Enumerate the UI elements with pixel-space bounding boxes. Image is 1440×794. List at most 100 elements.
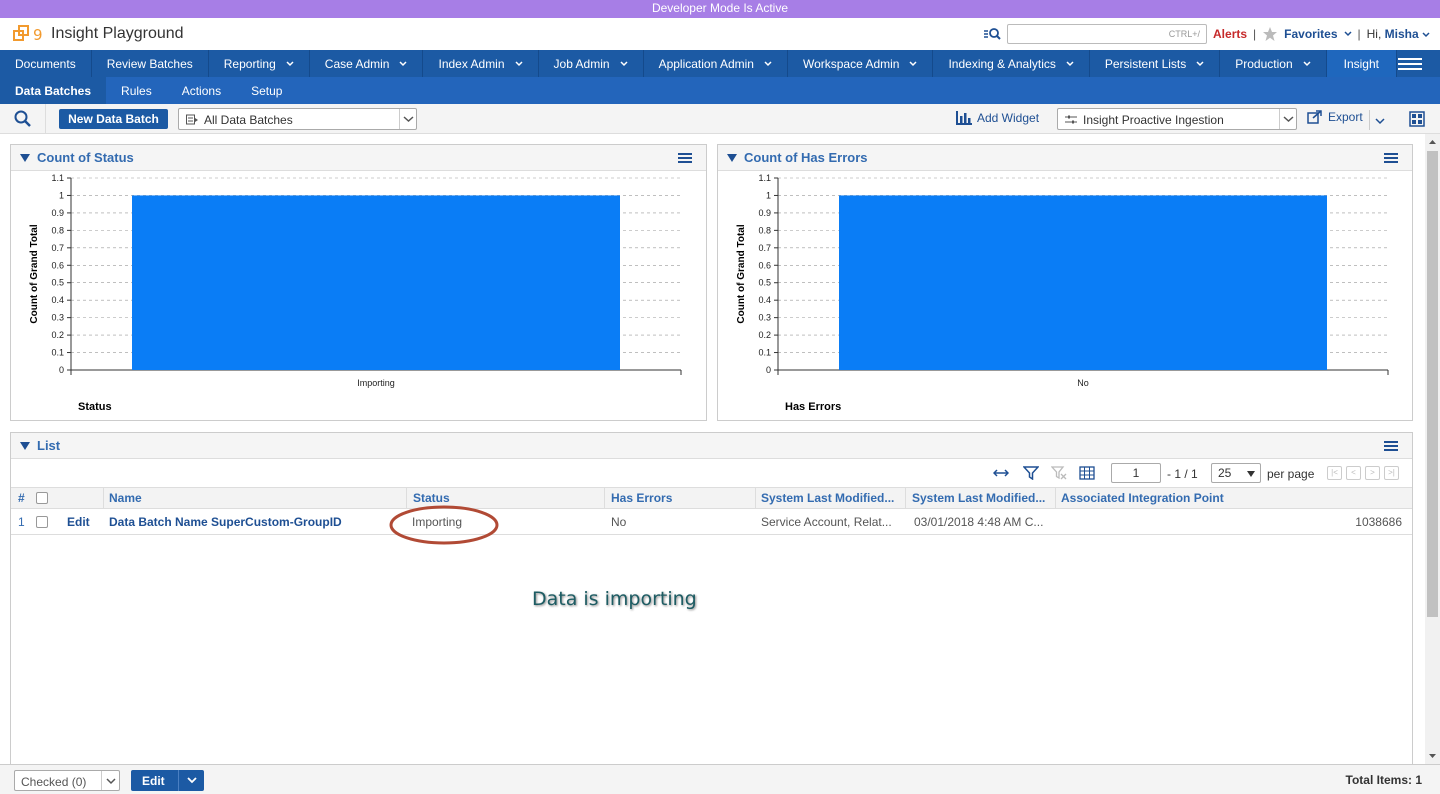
- batch-name-link[interactable]: Data Batch Name SuperCustom-GroupID: [109, 515, 342, 529]
- tab-application-admin[interactable]: Application Admin: [644, 50, 788, 77]
- column-header-number: #: [18, 491, 25, 505]
- tab-documents[interactable]: Documents: [0, 50, 92, 77]
- select-all-checkbox[interactable]: [36, 492, 48, 504]
- user-menu[interactable]: Hi, Misha: [1367, 27, 1430, 41]
- divider: |: [1253, 27, 1257, 41]
- mass-action-toggle[interactable]: [178, 770, 204, 791]
- dropdown-toggle[interactable]: [399, 109, 416, 129]
- y-tick-label: 0.3: [51, 313, 64, 323]
- tab-review-batches[interactable]: Review Batches: [92, 50, 209, 77]
- layout-icon[interactable]: [1409, 111, 1425, 127]
- edit-link[interactable]: Edit: [67, 515, 90, 529]
- scroll-down-icon[interactable]: [1425, 750, 1440, 762]
- tab-actions[interactable]: Actions: [167, 77, 236, 104]
- quick-search-icon[interactable]: [983, 27, 1001, 41]
- column-divider: [604, 488, 605, 508]
- tab-insight[interactable]: Insight: [1326, 50, 1397, 77]
- tab-job-admin[interactable]: Job Admin: [539, 50, 644, 77]
- tab-rules[interactable]: Rules: [106, 77, 167, 104]
- tab-label: Job Admin: [553, 56, 610, 71]
- dashboard-select[interactable]: Insight Proactive Ingestion: [1057, 108, 1297, 130]
- add-widget-button[interactable]: Add Widget: [956, 111, 1039, 125]
- tab-label: Index Admin: [438, 56, 505, 71]
- chevron-down-icon: [1422, 32, 1430, 38]
- x-axis-label: Has Errors: [785, 401, 841, 413]
- collapse-icon[interactable]: [727, 154, 737, 162]
- chevron-down-icon: [764, 60, 772, 66]
- widget-header: Count of Has Errors: [718, 145, 1412, 171]
- star-icon[interactable]: [1262, 26, 1278, 42]
- tab-setup[interactable]: Setup: [236, 77, 297, 104]
- grid-view-icon[interactable]: [1079, 466, 1095, 480]
- export-icon: [1307, 110, 1322, 124]
- tab-workspace-admin[interactable]: Workspace Admin: [788, 50, 934, 77]
- search-toggle[interactable]: [0, 104, 46, 134]
- per-page-select[interactable]: 25: [1211, 463, 1261, 483]
- quick-search-input[interactable]: CTRL+/: [1007, 24, 1208, 44]
- view-icon: [186, 114, 198, 125]
- tab-persistent-lists[interactable]: Persistent Lists: [1090, 50, 1221, 77]
- tab-indexing-analytics[interactable]: Indexing & Analytics: [933, 50, 1090, 77]
- scroll-up-icon[interactable]: [1425, 136, 1440, 148]
- column-divider: [103, 488, 104, 508]
- view-select[interactable]: All Data Batches: [178, 108, 417, 130]
- tab-production[interactable]: Production: [1220, 50, 1327, 77]
- tab-case-admin[interactable]: Case Admin: [310, 50, 424, 77]
- column-header-status[interactable]: Status: [413, 491, 450, 505]
- export-button[interactable]: Export: [1307, 110, 1363, 124]
- y-tick-label: 1: [59, 190, 64, 200]
- menu-icon[interactable]: [1398, 58, 1422, 70]
- dropdown-toggle[interactable]: [101, 771, 119, 790]
- page-scrollbar[interactable]: [1425, 134, 1440, 764]
- workspace-name[interactable]: Insight Playground: [51, 25, 184, 43]
- clear-filter-icon[interactable]: [1051, 466, 1067, 480]
- bar: [132, 195, 620, 370]
- has-errors-cell: No: [611, 515, 627, 529]
- tab-label: Documents: [15, 56, 76, 71]
- tab-label: Application Admin: [658, 56, 754, 71]
- developer-mode-banner: Developer Mode Is Active: [0, 0, 1440, 18]
- next-page-button[interactable]: >: [1365, 466, 1380, 480]
- column-header-last-modified-by[interactable]: System Last Modified...: [761, 491, 901, 505]
- last-page-button[interactable]: >|: [1384, 466, 1399, 480]
- user-name: Misha: [1384, 27, 1419, 41]
- chevron-down-icon: [909, 60, 917, 66]
- scrollbar-thumb[interactable]: [1427, 151, 1438, 617]
- sliders-icon: [1065, 115, 1077, 124]
- resize-columns-icon[interactable]: [993, 466, 1009, 480]
- column-header-last-modified-on[interactable]: System Last Modified...: [912, 491, 1052, 505]
- greeting-label: Hi,: [1366, 27, 1385, 41]
- tab-data-batches[interactable]: Data Batches: [0, 77, 107, 104]
- dropdown-toggle[interactable]: [1279, 109, 1296, 129]
- tab-index-admin[interactable]: Index Admin: [423, 50, 539, 77]
- new-data-batch-button[interactable]: New Data Batch: [59, 109, 168, 129]
- column-header-integration-point[interactable]: Associated Integration Point: [1061, 491, 1224, 505]
- collapse-icon[interactable]: [20, 154, 30, 162]
- chevron-down-icon: [1303, 60, 1311, 66]
- alerts-link[interactable]: Alerts: [1213, 27, 1247, 41]
- page-number-input[interactable]: 1: [1111, 463, 1161, 483]
- column-header-has-errors[interactable]: Has Errors: [611, 491, 672, 505]
- chevron-down-icon: [1066, 60, 1074, 66]
- total-items: Total Items: 1: [1345, 773, 1422, 787]
- row-checkbox[interactable]: [36, 516, 48, 528]
- widget-menu-icon[interactable]: [678, 153, 692, 164]
- favorites-menu[interactable]: Favorites: [1284, 27, 1352, 41]
- dashboard-select-value: Insight Proactive Ingestion: [1083, 113, 1224, 127]
- filter-icon[interactable]: [1023, 466, 1039, 480]
- mass-edit-button[interactable]: Edit: [131, 770, 204, 791]
- list-menu-icon[interactable]: [1384, 441, 1398, 452]
- tab-reporting[interactable]: Reporting: [209, 50, 310, 77]
- previous-page-button[interactable]: <: [1346, 466, 1361, 480]
- chevron-down-icon: [1375, 118, 1385, 125]
- mass-operation-scope-select[interactable]: Checked (0): [14, 770, 120, 791]
- column-header-name[interactable]: Name: [109, 491, 142, 505]
- first-page-button[interactable]: |<: [1327, 466, 1342, 480]
- collapse-icon[interactable]: [20, 442, 30, 450]
- y-tick-label: 0.2: [51, 330, 64, 340]
- table-row: 1 Edit Data Batch Name SuperCustom-Group…: [11, 509, 1412, 535]
- main-navigation: Documents Review Batches Reporting Case …: [0, 50, 1440, 77]
- export-options-toggle[interactable]: [1369, 110, 1389, 130]
- per-page-label: per page: [1267, 467, 1315, 481]
- widget-menu-icon[interactable]: [1384, 153, 1398, 164]
